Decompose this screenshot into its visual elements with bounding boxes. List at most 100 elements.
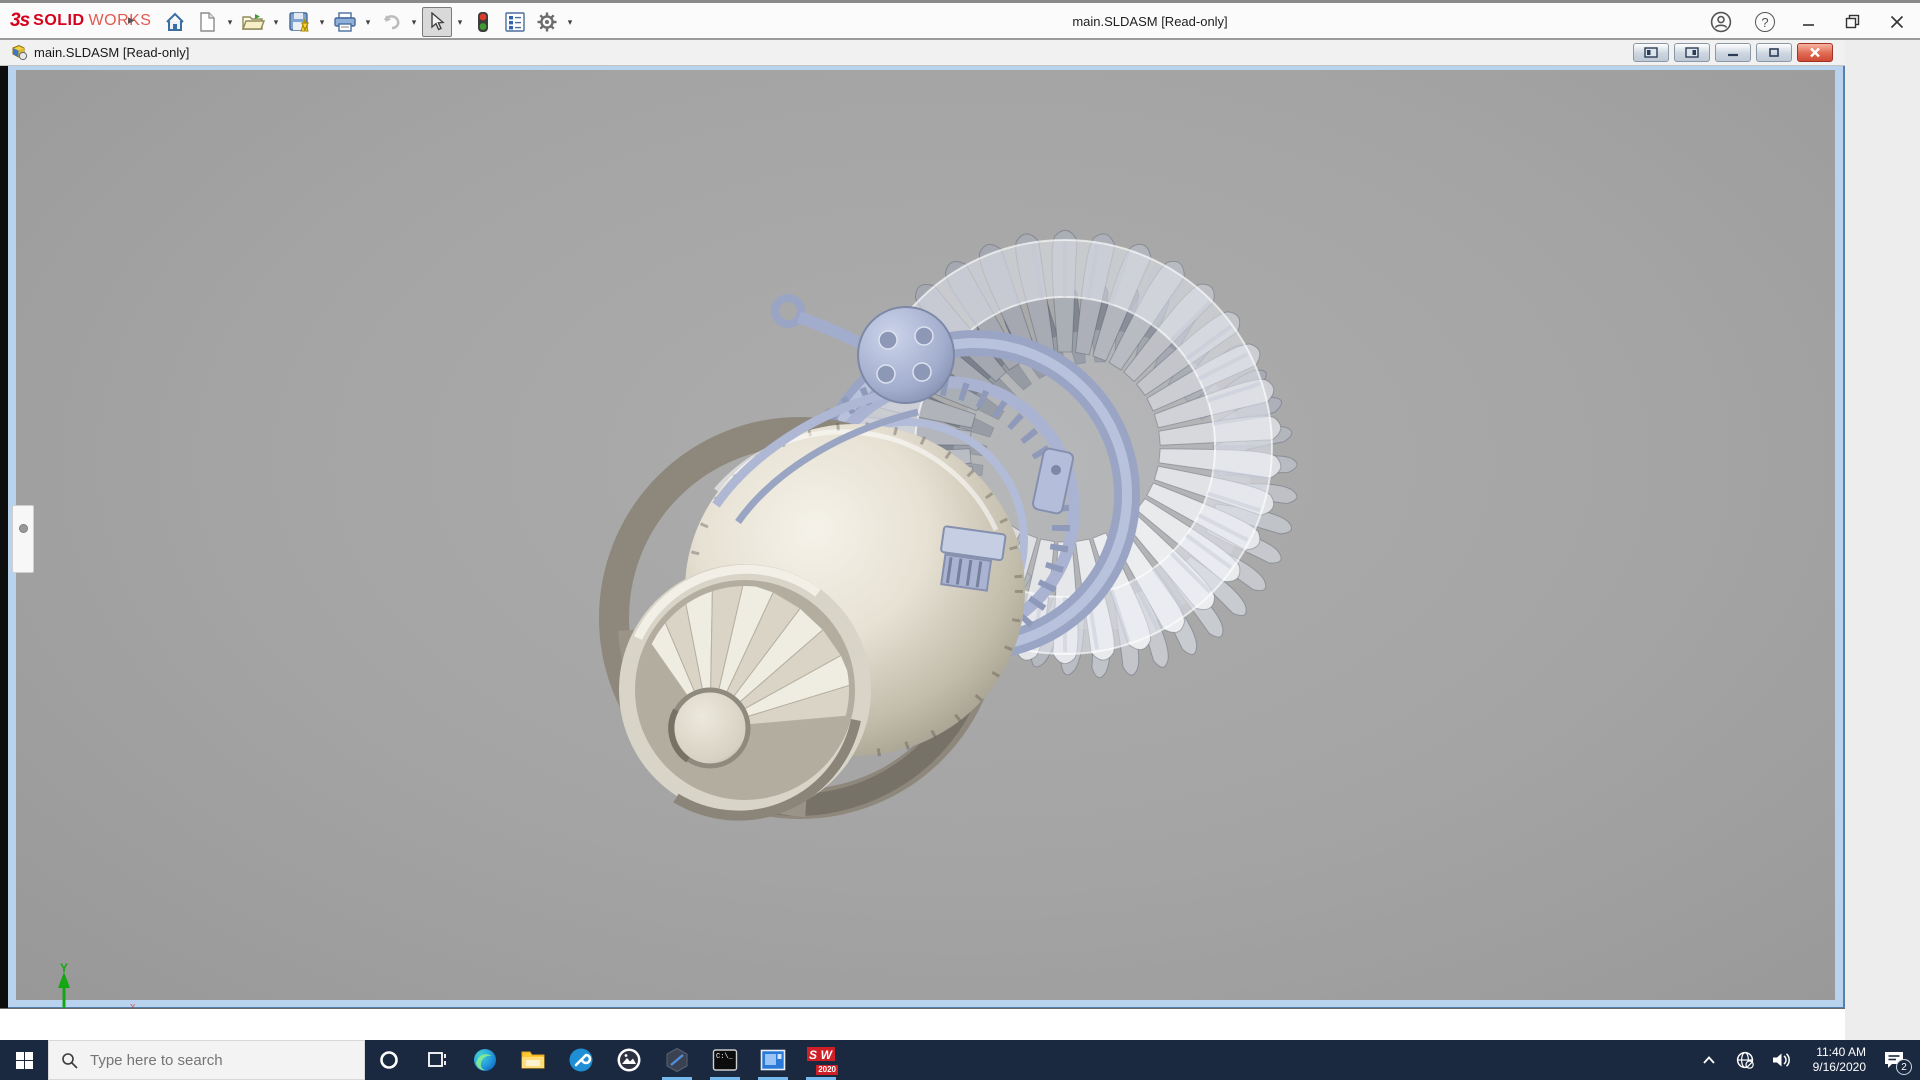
doc-close-button[interactable] [1797,43,1833,62]
save-button[interactable] [284,7,314,37]
doc-show-right-pane-button[interactable] [1674,43,1710,62]
volume-button[interactable] [1766,1040,1796,1080]
speaker-icon [1773,1053,1790,1067]
restore-button[interactable] [1838,7,1868,37]
new-document-dropdown[interactable]: ▾ [224,17,236,28]
task-view-icon [428,1052,446,1067]
help-icon: ? [1755,12,1775,32]
windows-logo-icon [15,1051,33,1069]
save-icon [289,12,309,32]
graphics-viewport[interactable]: Y x *Dimetric [16,70,1835,1060]
options-button[interactable] [532,7,562,37]
select-cursor-icon [431,12,445,31]
cmd-glyph-text: C:\_ [716,1053,734,1061]
windows-taskbar: C:\_ S W 2020 [0,1040,1920,1080]
doc-restore-icon [1769,48,1779,57]
solidworks-app-icon: S W 2020 [807,1047,838,1075]
taskbar-search[interactable] [48,1040,365,1080]
notification-count-badge: 2 [1896,1059,1912,1075]
undo-dropdown[interactable]: ▾ [408,17,420,28]
open-dropdown[interactable]: ▾ [270,17,282,28]
featuremanager-collapsed-tab[interactable] [12,505,34,573]
traffic-light-icon [478,12,488,32]
featuremanager-expand-icon [18,524,28,533]
remote-window-button[interactable] [749,1040,797,1080]
doc-close-icon [1810,47,1820,58]
assembly-icon [12,44,28,60]
tray-clock[interactable]: 11:40 AM 9/16/2020 [1802,1045,1866,1075]
restore-icon [1845,14,1860,29]
statusbar-strip [0,1008,1845,1041]
wrench-icon [569,1048,593,1072]
cortana-icon [380,1051,398,1069]
left-panel-strip [0,66,8,1008]
edge-icon [474,1049,496,1071]
rebuild-button[interactable] [468,7,498,37]
properties-list-icon [505,12,525,32]
right-pane-icon [1685,47,1699,58]
doc-minimize-icon [1728,53,1738,57]
tray-expand-button[interactable] [1694,1040,1724,1080]
globe-no-internet-icon [1736,1051,1754,1069]
print-dropdown[interactable]: ▾ [362,17,374,28]
hexagon-app-button[interactable] [653,1040,701,1080]
print-icon [334,12,356,32]
document-titlebar[interactable]: main.SLDASM [Read-only] [0,40,1845,66]
new-document-button[interactable] [192,7,222,37]
save-dropdown[interactable]: ▾ [316,17,328,28]
gearbox-flange [857,306,955,404]
doc-show-left-pane-button[interactable] [1633,43,1669,62]
doc-minimize-button[interactable] [1715,43,1751,62]
minimize-button[interactable] [1794,7,1824,37]
brand-works: WORKS [88,12,152,29]
login-button[interactable] [1706,7,1736,37]
options-dropdown[interactable]: ▾ [564,17,576,28]
action-center-button[interactable]: 2 [1872,1040,1916,1080]
jet-engine-model [599,229,1298,821]
hexagon-app-icon [666,1047,688,1073]
lifting-eye [771,294,805,328]
menu-expander-icon[interactable]: ▸ [128,12,135,28]
network-status-button[interactable] [1730,1040,1760,1080]
minimize-icon [1803,24,1814,26]
gear-icon [537,12,557,32]
command-prompt-button[interactable]: C:\_ [701,1040,749,1080]
cortana-button[interactable] [365,1040,413,1080]
solidworks-year-label: 2020 [816,1065,838,1075]
app-window-icon [760,1049,786,1071]
doc-restore-button[interactable] [1756,43,1792,62]
edge-button[interactable] [461,1040,509,1080]
search-input[interactable] [88,1050,338,1070]
brand-solid: SOLID [33,12,85,29]
quick-access-toolbar: ▾ ▾ ▾ ▾ ▾ ▾ ▾ [160,6,576,38]
search-icon [62,1052,78,1069]
close-icon [1890,15,1904,29]
select-tool-dropdown[interactable]: ▾ [454,17,466,28]
open-folder-icon [241,14,265,30]
file-explorer-icon [521,1051,545,1069]
file-explorer-button[interactable] [509,1040,557,1080]
command-prompt-icon: C:\_ [712,1049,738,1071]
window-title: main.SLDASM [Read-only] [1072,14,1228,29]
task-view-button[interactable] [413,1040,461,1080]
clock-date: 9/16/2020 [1812,1060,1866,1074]
mdi-background [1845,40,1920,1041]
file-properties-button[interactable] [500,7,530,37]
undo-button[interactable] [376,7,406,37]
left-pane-icon [1644,47,1658,58]
exhaust-nozzle [619,564,871,821]
new-document-icon [200,12,215,32]
solidworks-taskbar-button[interactable]: S W 2020 [797,1040,845,1080]
help-button[interactable]: ? [1750,7,1780,37]
select-tool-button[interactable] [422,7,452,37]
start-button[interactable] [0,1040,48,1080]
open-button[interactable] [238,7,268,37]
ds-logo-icon: 3s [10,10,30,31]
home-button[interactable] [160,7,190,37]
home-icon [166,12,184,31]
print-button[interactable] [330,7,360,37]
photos-app-button[interactable] [605,1040,653,1080]
support-tool-button[interactable] [557,1040,605,1080]
app-titlebar: 3s SOLID WORKS ▸ ▾ ▾ ▾ ▾ ▾ ▾ ▾ main.SLDA… [0,0,1920,38]
close-button[interactable] [1882,7,1912,37]
